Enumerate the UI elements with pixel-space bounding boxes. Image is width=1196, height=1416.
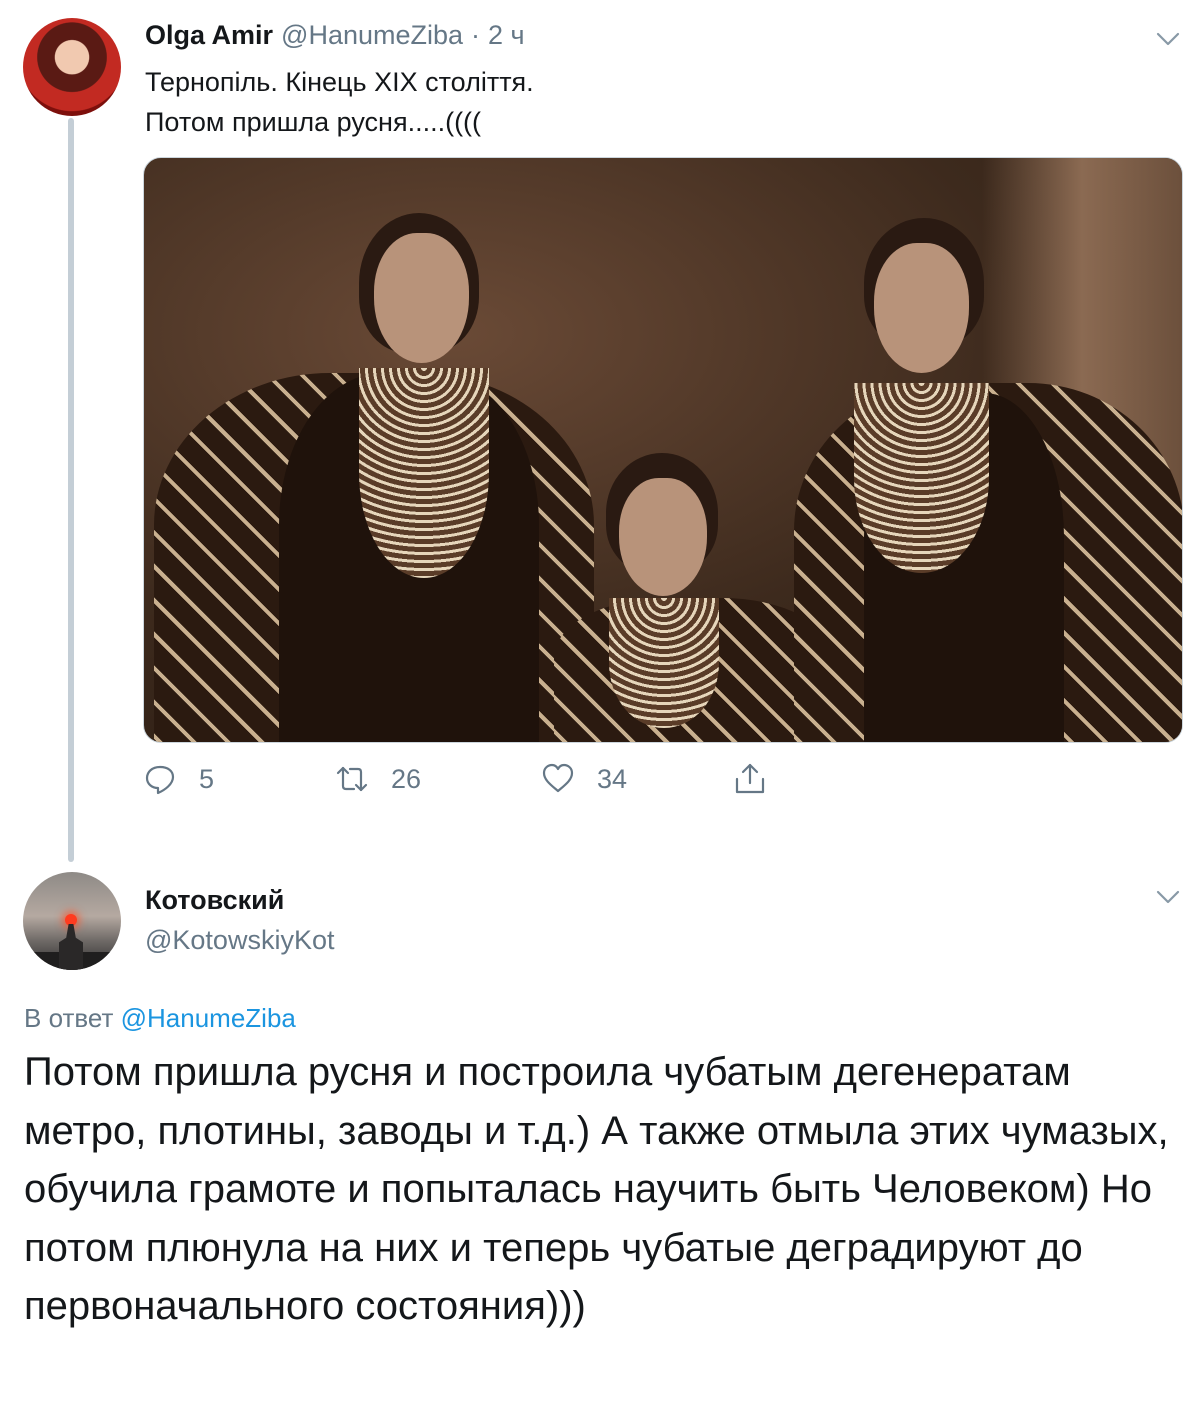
tweet-text: Потом пришла русня и построила чубатым д… [24,1050,1169,1328]
chevron-down-icon[interactable] [1155,888,1181,906]
handle[interactable]: @HanumeZiba [281,20,463,51]
share-button[interactable] [733,762,767,796]
like-count: 34 [597,763,628,794]
reply-button[interactable]: 5 [143,762,214,796]
tweet-photo[interactable] [143,157,1183,743]
reply-mention-link[interactable]: @HanumeZiba [121,1003,296,1033]
thread-line [68,118,74,862]
heart-icon [542,763,574,793]
tweet-actions: 5 26 34 [143,762,843,806]
avatar-tower [59,924,83,970]
display-name[interactable]: Котовский [145,885,284,916]
avatar[interactable] [23,872,121,970]
reply-prefix: В ответ [24,1003,114,1033]
retweet-count: 26 [391,763,422,794]
timestamp[interactable]: 2 ч [488,20,525,51]
retweet-icon [336,766,368,792]
handle[interactable]: @KotowskiyKot [145,925,334,956]
photo-figure-right [144,158,1182,742]
reply-context: В ответ @HanumeZiba [24,1003,296,1034]
reply-count: 5 [199,763,215,794]
retweet-button[interactable]: 26 [335,762,421,796]
like-button[interactable]: 34 [541,762,627,796]
tweet-text: Тернопіль. Кінець XIX століття. Потом пр… [145,62,534,142]
tweet-original[interactable]: Olga Amir @HanumeZiba · 2 ч Тернопіль. К… [0,0,1196,862]
tweet-text-line: Потом пришла русня.....(((( [145,107,482,137]
share-icon [735,763,765,794]
tweet-text-line: Тернопіль. Кінець XIX століття. [145,67,534,97]
avatar[interactable] [23,18,121,116]
tweet-header: Olga Amir @HanumeZiba · 2 ч [145,20,525,51]
display-name[interactable]: Olga Amir [145,20,273,51]
chevron-down-icon[interactable] [1155,30,1181,48]
reply-icon [145,765,175,795]
separator-dot: · [471,20,481,50]
